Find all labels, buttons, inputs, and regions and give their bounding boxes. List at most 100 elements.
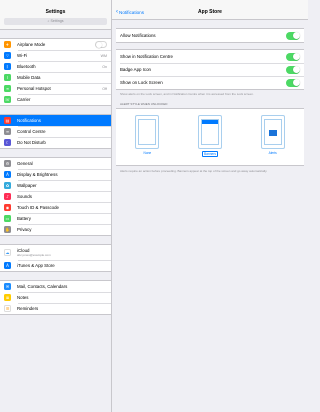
sidebar-item-notifications[interactable]: ▤ Notifications — [0, 115, 111, 126]
hand-icon: ✋ — [4, 226, 11, 233]
antenna-icon: ⌇ — [4, 74, 11, 81]
show-in-notification-centre-row: Show in Notification Centre — [116, 50, 304, 63]
airplane-icon: ✈ — [4, 41, 11, 48]
show-on-lock-screen-row: Show on Lock Screen — [116, 76, 304, 89]
speaker-icon: ♪ — [4, 193, 11, 200]
show-in-notification-centre-label: Show in Notification Centre — [120, 54, 173, 59]
brightness-icon: A — [4, 171, 11, 178]
alert-style-label: Banners — [202, 151, 218, 157]
sidebar-item-text: Sounds — [17, 194, 32, 199]
sidebar-item-text: Display & Brightness — [17, 172, 58, 177]
alert-style-group: None Banners Alerts — [116, 108, 304, 166]
ipad-screen — [263, 119, 282, 145]
hotspot-icon: ∞ — [4, 85, 11, 92]
sidebar-item-label: Airplane Mode — [17, 42, 95, 47]
sidebar-groups: ✈ Airplane Mode ⌔ Wi-Fi WM ᛒ Bluetooth On ⌇ Mobil… — [0, 30, 111, 315]
alert-style-alerts[interactable]: Alerts — [260, 115, 285, 155]
sidebar-item-text: Wallpaper — [17, 183, 37, 188]
sidebar-item-sounds[interactable]: ♪ Sounds — [0, 191, 111, 202]
allow-notifications-toggle[interactable] — [286, 31, 300, 40]
sidebar-item-do-not-disturb[interactable]: ☾ Do Not Disturb — [0, 137, 111, 148]
sidebar-item-text: Airplane Mode — [17, 42, 46, 47]
sidebar-item-label: iTunes & App Store — [17, 263, 111, 268]
sidebar-item-text: Notifications — [17, 118, 41, 123]
navigation-bar: ‹ Notifications App Store — [112, 0, 308, 20]
search-field[interactable]: ⌕ Settings — [4, 18, 107, 25]
sidebar-item-carrier[interactable]: ☏ Carrier — [0, 94, 111, 105]
sidebar-item-text: Notes — [17, 295, 29, 300]
app-store-icon: A — [4, 262, 11, 269]
sidebar-item-notes[interactable]: ≣ Notes — [0, 292, 111, 303]
show-in-notification-centre-toggle[interactable] — [286, 52, 300, 61]
bluetooth-icon: ᛒ — [4, 63, 11, 70]
group-gap — [0, 236, 111, 244]
sidebar-item-label: Personal Hotspot — [17, 86, 102, 91]
alert-style-none[interactable]: None — [135, 115, 160, 155]
sidebar-item-mail-contacts-calendars[interactable]: ✉ Mail, Contacts, Calendars — [0, 281, 111, 292]
sidebar-item-label: Sounds — [17, 194, 111, 199]
sidebar-item-display-brightness[interactable]: A Display & Brightness — [0, 169, 111, 180]
sidebar-item-reminders[interactable]: ☰ Reminders — [0, 303, 111, 314]
alert-style-label: None — [143, 151, 152, 155]
ipad-banners-icon — [197, 115, 222, 149]
reminders-icon: ☰ — [4, 305, 11, 312]
sidebar-item-personal-hotspot[interactable]: ∞ Personal Hotspot Off — [0, 83, 111, 94]
show-on-lock-screen-toggle[interactable] — [286, 78, 300, 87]
control-centre-icon: ≡ — [4, 128, 11, 135]
sidebar-item-text: Carrier — [17, 97, 31, 102]
show-on-lock-screen-label: Show on Lock Screen — [120, 80, 163, 85]
airplane-mode-toggle[interactable] — [95, 41, 107, 48]
sidebar-item-battery[interactable]: ▭ Battery — [0, 213, 111, 224]
group-gap — [0, 149, 111, 157]
sidebar-item-label: Control Centre — [17, 129, 111, 134]
sidebar-item-label: Notes — [17, 295, 111, 300]
fingerprint-icon: ◉ — [4, 204, 11, 211]
sidebar-item-bluetooth[interactable]: ᛒ Bluetooth On — [0, 61, 111, 72]
sidebar-item-text: Mail, Contacts, Calendars — [17, 284, 68, 289]
alert-style-banners[interactable]: Banners — [197, 115, 222, 157]
banner-preview — [201, 120, 218, 124]
sidebar-title: Settings — [45, 9, 66, 15]
alert-preview — [268, 130, 277, 136]
ipad-none-icon — [135, 115, 160, 149]
badge-app-icon-row: Badge App Icon — [116, 63, 304, 76]
alert-footnote: Alerts require an action before proceedi… — [120, 169, 268, 173]
notes-icon: ≣ — [4, 294, 11, 301]
sidebar-item-airplane-mode[interactable]: ✈ Airplane Mode — [0, 39, 111, 50]
sidebar-item-text: Control Centre — [17, 129, 46, 134]
alert-style-header: ALERT STYLE WHEN UNLOCKED — [120, 102, 168, 106]
sidebar-item-label: General — [17, 161, 111, 166]
sidebar-item-mobile-data[interactable]: ⌇ Mobile Data — [0, 72, 111, 83]
sidebar-item-label: iCloud abc.jones@example.com — [17, 248, 111, 257]
gear-icon: ⚙ — [4, 160, 11, 167]
sidebar-item-label: Carrier — [17, 97, 111, 102]
badge-app-icon-label: Badge App Icon — [120, 67, 152, 72]
sidebar-item-control-centre[interactable]: ≡ Control Centre — [0, 126, 111, 137]
sidebar-item-text: iTunes & App Store — [17, 263, 55, 268]
sidebar-item-privacy[interactable]: ✋ Privacy — [0, 224, 111, 235]
sidebar-item-label: Mobile Data — [17, 75, 111, 80]
sidebar-item-text: Personal Hotspot — [17, 86, 51, 91]
sidebar-item-text: Bluetooth — [17, 64, 36, 69]
settings-group: ⚙ General A Display & Brightness ✿ Wallpaper ♪… — [0, 157, 111, 236]
sidebar-item-itunes-app-store[interactable]: AiTunes & App Store — [0, 260, 111, 271]
wifi-icon: ⌔ — [4, 52, 11, 59]
group-gap — [0, 106, 111, 114]
sidebar-item-icloud[interactable]: ☁ iCloud abc.jones@example.com — [0, 245, 111, 260]
sidebar-item-touch-id-passcode[interactable]: ◉ Touch ID & Passcode — [0, 202, 111, 213]
sidebar-item-label: Battery — [17, 216, 111, 221]
sidebar-item-label: Wallpaper — [17, 183, 111, 188]
sidebar-item-text: Battery — [17, 216, 31, 221]
sidebar-item-general[interactable]: ⚙ General — [0, 158, 111, 169]
settings-group: ✉ Mail, Contacts, Calendars ≣ Notes ☰ Reminde… — [0, 280, 111, 315]
sidebar-item-label: Wi-Fi — [17, 53, 101, 58]
notifications-icon: ▤ — [4, 117, 11, 124]
battery-icon: ▭ — [4, 215, 11, 222]
sidebar-item-wi-fi[interactable]: ⌔ Wi-Fi WM — [0, 50, 111, 61]
page-title: App Store — [198, 9, 222, 15]
sidebar-item-wallpaper[interactable]: ✿ Wallpaper — [0, 180, 111, 191]
sidebar-item-text: Wi-Fi — [17, 53, 28, 58]
badge-app-icon-toggle[interactable] — [286, 65, 300, 74]
sidebar-item-label: Mail, Contacts, Calendars — [17, 284, 111, 289]
detail-pane: ‹ Notifications App Store Allow Notifica… — [112, 0, 308, 412]
